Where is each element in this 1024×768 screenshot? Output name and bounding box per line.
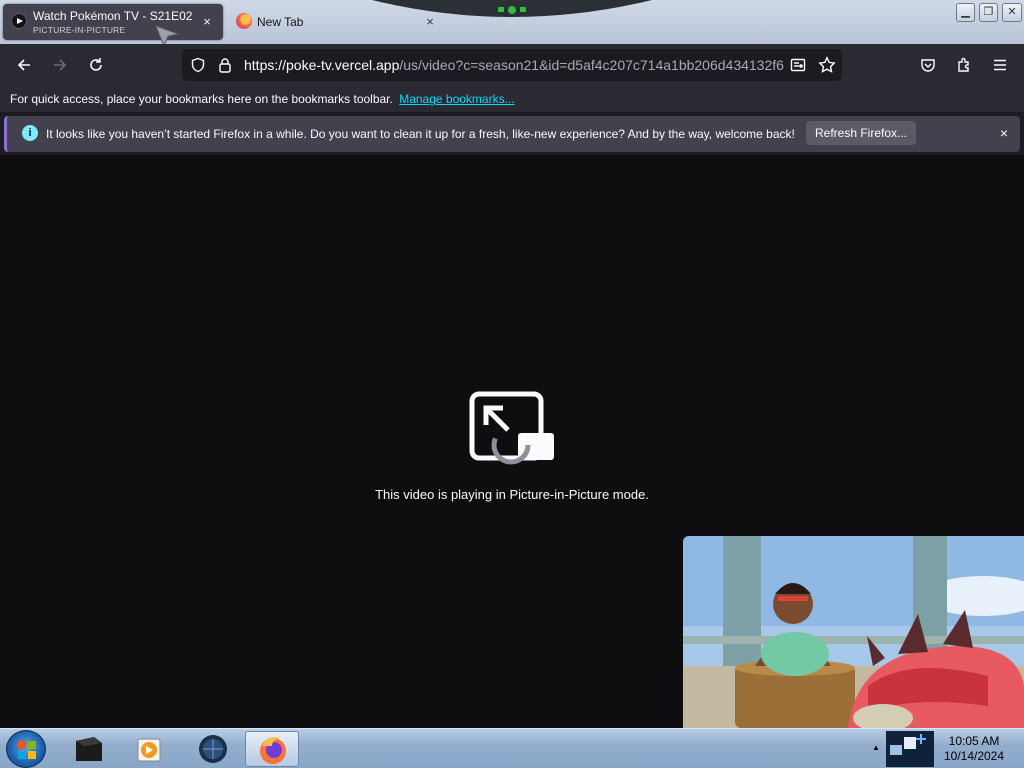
system-tray: ▲ 10:05 AM 10/14/2024 (864, 729, 1024, 768)
back-button[interactable] (10, 51, 38, 79)
clock-time: 10:05 AM (948, 734, 1000, 748)
reload-button[interactable] (82, 51, 110, 79)
media-player-icon (137, 738, 161, 762)
file-explorer-icon (76, 737, 102, 761)
bookmarks-toolbar: For quick access, place your bookmarks h… (0, 86, 1024, 112)
tab-close-icon[interactable]: × (199, 14, 215, 30)
bookmarks-hint: For quick access, place your bookmarks h… (10, 92, 393, 106)
tab-subtitle: PICTURE-IN-PICTURE (33, 25, 126, 35)
taskbar-network-app[interactable] (186, 731, 240, 767)
pocket-icon (921, 59, 935, 72)
refresh-firefox-button[interactable]: Refresh Firefox... (806, 121, 916, 145)
video-frame (683, 536, 1024, 728)
url-text[interactable]: https://poke-tv.vercel.app/us/video?c=se… (244, 57, 784, 73)
manage-bookmarks-link[interactable]: Manage bookmarks... (399, 92, 514, 106)
clock[interactable]: 10:05 AM 10/14/2024 (936, 734, 1012, 764)
tab-pokemon-tv[interactable]: Watch Pokémon TV - S21E02 - PICTURE-IN-P… (3, 4, 223, 40)
firefox-icon (260, 737, 286, 764)
taskbar-media-player[interactable] (122, 731, 176, 767)
lock-icon[interactable] (218, 57, 232, 73)
minimize-button[interactable]: ▁ (956, 3, 975, 22)
navigation-toolbar: https://poke-tv.vercel.app/us/video?c=se… (0, 44, 1024, 86)
pocket-button[interactable] (914, 51, 942, 79)
pip-message: This video is playing in Picture-in-Pict… (375, 487, 649, 502)
reader-view-icon[interactable] (790, 57, 806, 73)
restore-button[interactable]: ❐ (979, 3, 998, 22)
screen: Watch Pokémon TV - S21E02 - PICTURE-IN-P… (0, 0, 1024, 768)
notification-message: It looks like you haven’t started Firefo… (46, 127, 795, 141)
close-window-button[interactable]: ✕ (1002, 3, 1022, 22)
url-bar[interactable]: https://poke-tv.vercel.app/us/video?c=se… (182, 49, 842, 81)
url-path: /us/video?c=season21&id=d5af4c207c714a1b… (399, 57, 784, 73)
extensions-button[interactable] (950, 51, 978, 79)
tab-title: Watch Pokémon TV - S21E02 - (33, 9, 193, 23)
firefox-icon (236, 13, 252, 29)
menu-button[interactable] (986, 51, 1014, 79)
play-icon (11, 13, 27, 29)
url-host: https://poke-tv.vercel.app (244, 57, 400, 73)
close-icon: ✕ (1007, 6, 1017, 18)
network-status-icon[interactable] (886, 731, 934, 767)
reload-icon (90, 58, 102, 71)
taskbar-firefox[interactable] (245, 731, 299, 767)
tray-expand-icon[interactable]: ▲ (872, 743, 880, 752)
clock-date: 10/14/2024 (943, 749, 1005, 763)
tab-new-tab[interactable]: New Tab × (228, 4, 443, 40)
picture-in-picture-icon (469, 391, 554, 465)
notification-close-icon[interactable]: × (1000, 125, 1008, 141)
menu-icon (994, 59, 1006, 71)
extensions-icon (958, 57, 969, 72)
taskbar: ▲ 10:05 AM 10/14/2024 (0, 728, 1024, 768)
refresh-firefox-notification: i It looks like you haven’t started Fire… (4, 116, 1020, 152)
forward-button[interactable] (46, 51, 74, 79)
info-icon: i (22, 125, 38, 141)
back-icon (17, 59, 30, 71)
shield-icon[interactable] (190, 57, 206, 73)
tab-title: New Tab (257, 15, 304, 29)
network-app-icon (199, 735, 227, 763)
taskbar-file-explorer[interactable] (62, 731, 116, 767)
bookmark-star-icon[interactable] (818, 56, 836, 74)
tab-close-icon[interactable]: × (422, 14, 438, 30)
forward-icon (54, 59, 67, 71)
pip-video-window[interactable] (683, 536, 1024, 728)
minimize-icon: ▁ (961, 6, 970, 18)
windows-logo-icon (18, 741, 36, 759)
restore-icon: ❐ (983, 6, 994, 18)
start-button[interactable] (6, 730, 46, 768)
tab-strip: Watch Pokémon TV - S21E02 - PICTURE-IN-P… (0, 0, 1024, 48)
